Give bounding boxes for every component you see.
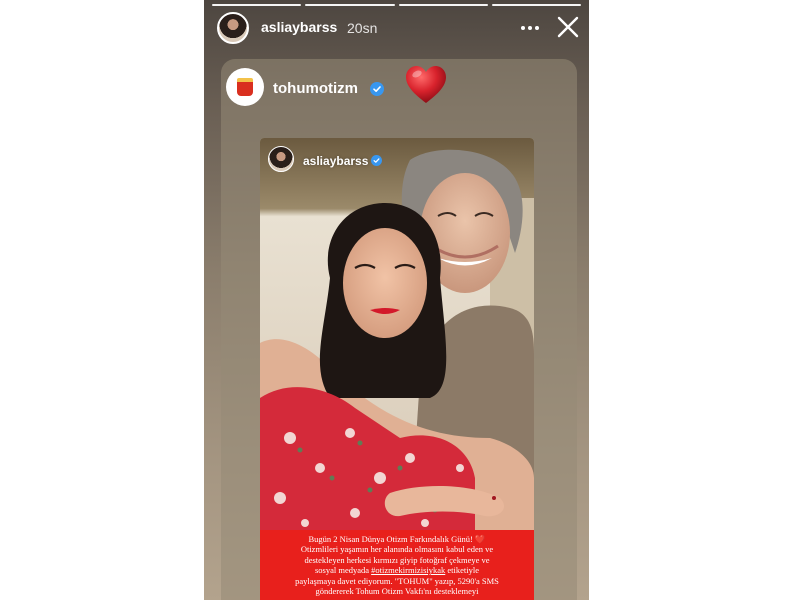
story-author-avatar[interactable] — [217, 12, 249, 44]
post-header: asliaybarss — [260, 138, 534, 182]
shared-post[interactable]: asliaybarss Bugün 2 Nisan Dünya Otizm Fa… — [260, 138, 534, 600]
caption-text: sosyal medyada — [314, 565, 370, 576]
caption-line: Otizmlileri yaşamın her alanında olmasın… — [300, 544, 494, 555]
repost-account-username[interactable]: tohumotizm — [273, 80, 358, 97]
hashtag-link[interactable]: #otizmekirmizisiykak — [371, 565, 445, 575]
story-author-username[interactable]: asliaybarss — [261, 19, 337, 35]
post-photo — [260, 138, 534, 530]
tohum-logo-icon — [237, 78, 253, 96]
caption-line: göndererek Tohum Otizm Vakfı'nı destekle… — [315, 586, 479, 597]
progress-segment — [491, 4, 581, 6]
progress-segment — [212, 4, 302, 6]
caption-line: paylaşmaya davet ediyorum. "TOHUM" yazıp… — [295, 575, 499, 586]
verified-badge-icon — [370, 82, 384, 96]
close-icon[interactable] — [556, 15, 580, 39]
more-horizontal-icon[interactable] — [517, 18, 543, 38]
repost-account-avatar[interactable] — [226, 68, 264, 106]
progress-segment — [305, 4, 395, 6]
caption-line: destekleyen herkesi kırmızı giyip fotoğr… — [304, 554, 490, 565]
progress-segment — [398, 4, 488, 6]
story-progress-bar — [212, 4, 581, 6]
caption-line: sosyal medyada #otizmekirmizisiykak etik… — [266, 565, 528, 575]
heart-icon[interactable] — [404, 63, 448, 107]
story-timestamp: 20sn — [347, 20, 378, 36]
post-author-avatar[interactable] — [268, 146, 294, 172]
post-author-username[interactable]: asliaybarss — [303, 154, 368, 168]
story-viewer[interactable]: asliaybarss 20sn tohumotizm asliaybarss … — [204, 0, 589, 600]
story-header: asliaybarss 20sn — [204, 10, 589, 48]
verified-badge-icon — [371, 155, 382, 166]
post-caption: Bugün 2 Nisan Dünya Otizm Farkındalık Gü… — [260, 530, 534, 600]
caption-line: Bugün 2 Nisan Dünya Otizm Farkındalık Gü… — [308, 534, 486, 544]
caption-text: etiketiyle — [447, 565, 480, 576]
